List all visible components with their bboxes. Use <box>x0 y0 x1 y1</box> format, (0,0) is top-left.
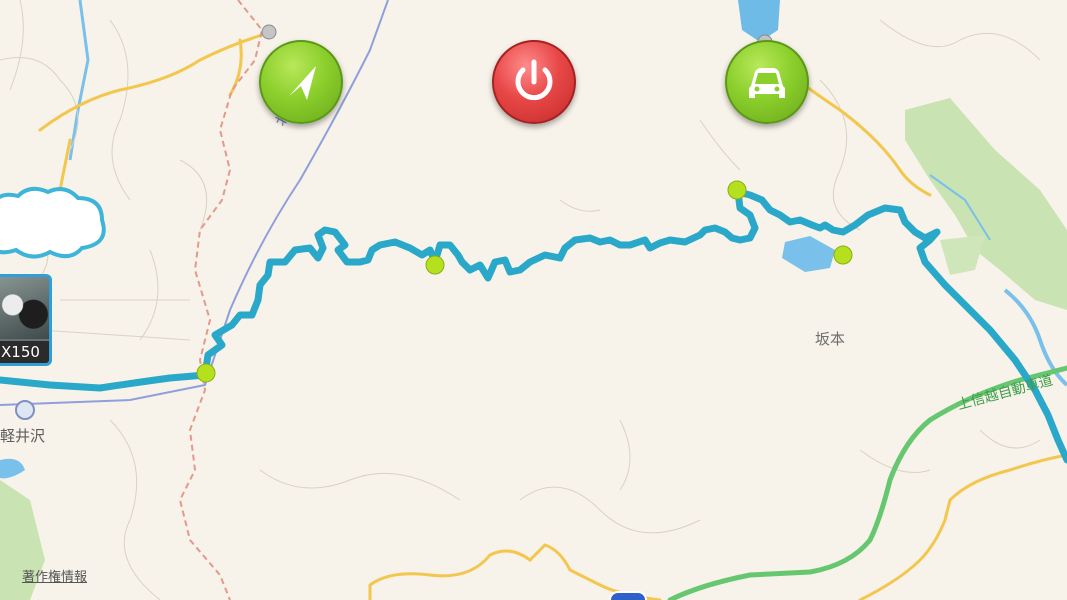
waypoint-marker <box>727 180 747 200</box>
place-label: 坂本 <box>815 330 846 348</box>
copyright-link[interactable]: 著作権情報 <box>22 566 87 585</box>
lake <box>782 236 835 272</box>
forest-area <box>905 98 1067 310</box>
river <box>0 458 25 479</box>
car-icon <box>749 68 785 98</box>
route-track <box>0 188 1067 464</box>
navigate-button[interactable] <box>259 40 343 124</box>
car-button[interactable] <box>725 40 809 124</box>
navigation-arrow-icon <box>289 66 316 100</box>
photo-thumbnail[interactable]: X150 <box>0 274 52 366</box>
forest-area <box>940 235 985 275</box>
power-icon <box>515 59 553 101</box>
waypoint-marker <box>196 363 216 383</box>
map-view[interactable]: 北陸新幹線 坂本 上信越自動車道 軽井沢 X150 著作権情報 <box>0 0 1067 600</box>
waypoint-marker <box>425 255 445 275</box>
waypoint-marker <box>833 245 853 265</box>
expressway-line <box>667 365 1067 600</box>
cloud-callout[interactable] <box>0 182 108 262</box>
prefecture-border <box>178 0 264 600</box>
station-label: 軽井沢 <box>0 427 46 445</box>
pin-marker <box>261 24 277 40</box>
station-marker <box>15 400 35 420</box>
highway-shield <box>609 591 647 600</box>
power-button[interactable] <box>492 40 576 124</box>
lake <box>738 0 780 42</box>
photo-caption: X150 <box>0 341 49 363</box>
photo-image <box>0 277 49 339</box>
river <box>68 0 90 161</box>
